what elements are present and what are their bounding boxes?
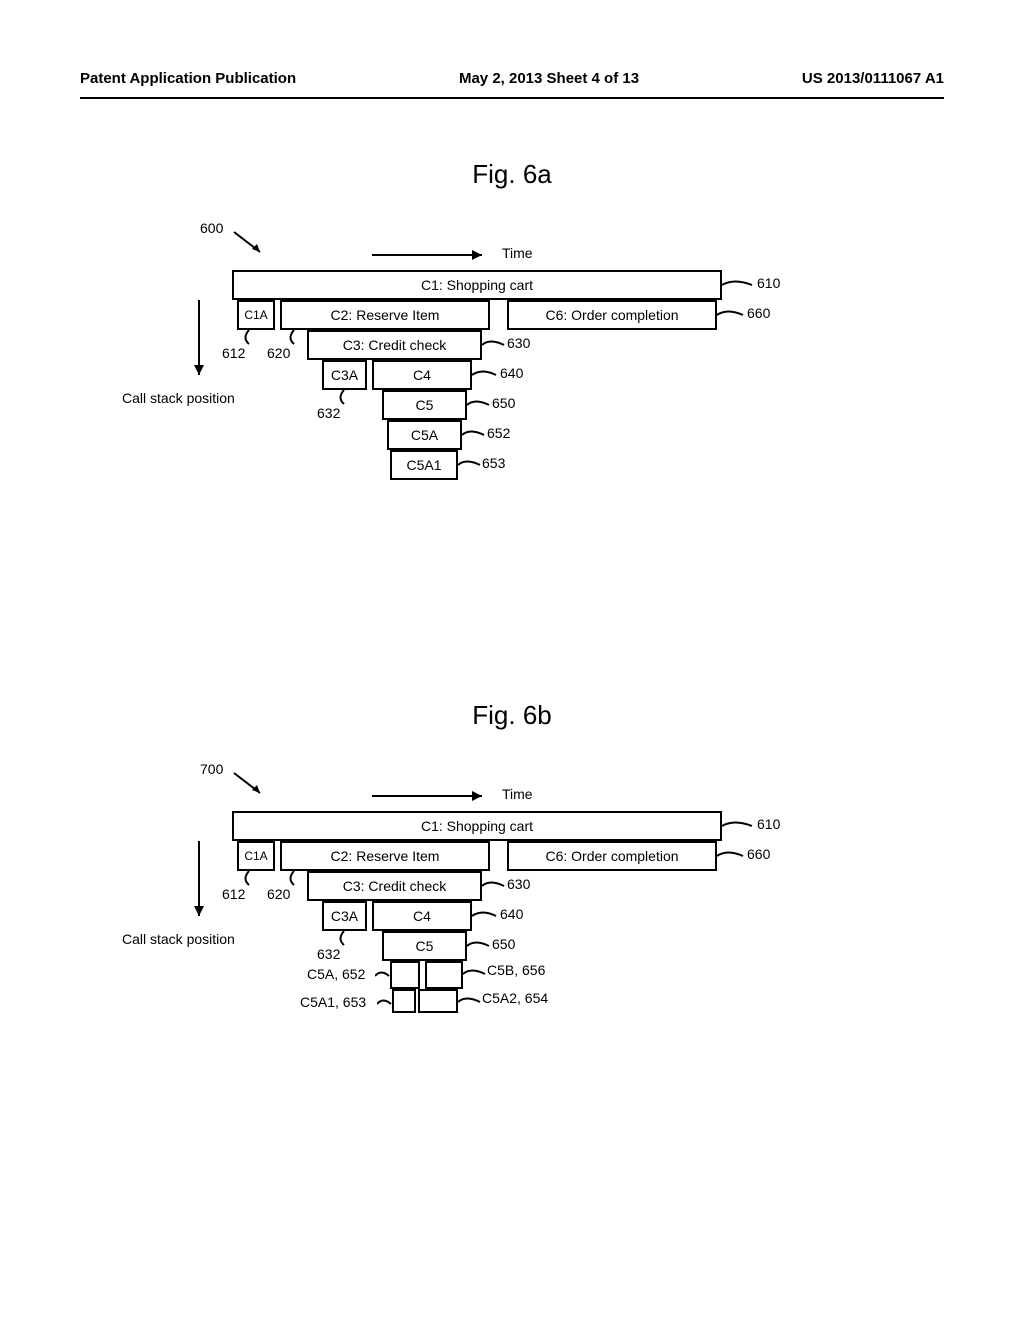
ref-612: 612: [222, 345, 245, 361]
ref-620: 620: [267, 345, 290, 361]
tick-652-icon: [462, 428, 487, 442]
ref-650-b: 650: [492, 936, 515, 952]
tick-612-icon: [242, 330, 256, 346]
header-right: US 2013/0111067 A1: [802, 70, 944, 87]
box-c1a: C1A: [237, 300, 275, 330]
ref-c5a2-654: C5A2, 654: [482, 990, 548, 1006]
ref-660: 660: [747, 305, 770, 321]
box-c5: C5: [382, 390, 467, 420]
box-c5a1-b: [392, 989, 416, 1013]
tick-620-icon: [287, 330, 301, 346]
stack-arrow-b: [192, 841, 206, 926]
stack-arrow: [192, 300, 206, 385]
ref-620-b: 620: [267, 886, 290, 902]
tick-610b-icon: [722, 819, 757, 833]
box-c2: C2: Reserve Item: [280, 300, 490, 330]
ref-600-arrow-icon: [232, 230, 272, 260]
tick-620b-icon: [287, 871, 301, 887]
tick-660b-icon: [717, 849, 747, 863]
ref-610: 610: [757, 275, 780, 291]
box-c6: C6: Order completion: [507, 300, 717, 330]
box-c4-b: C4: [372, 901, 472, 931]
box-c2-b: C2: Reserve Item: [280, 841, 490, 871]
box-c5a: C5A: [387, 420, 462, 450]
tick-650b-icon: [467, 939, 492, 953]
ref-632: 632: [317, 405, 340, 421]
tick-630b-icon: [482, 879, 507, 893]
time-label-b: Time: [502, 786, 533, 802]
box-c4: C4: [372, 360, 472, 390]
header-mid: May 2, 2013 Sheet 4 of 13: [459, 70, 639, 87]
ref-632-b: 632: [317, 946, 340, 962]
tick-612b-icon: [242, 871, 256, 887]
box-c5a-b: [390, 961, 420, 989]
ref-630-b: 630: [507, 876, 530, 892]
tick-c5a652-icon: [375, 969, 391, 983]
ref-660-b: 660: [747, 846, 770, 862]
box-c1-b: C1: Shopping cart: [232, 811, 722, 841]
ref-640-b: 640: [500, 906, 523, 922]
tick-c5b656-icon: [463, 967, 487, 981]
ref-700-arrow-icon: [232, 771, 272, 801]
box-c3a-b: C3A: [322, 901, 367, 931]
box-c5a2-b: [418, 989, 458, 1013]
ref-640: 640: [500, 365, 523, 381]
ref-c5b-656: C5B, 656: [487, 962, 545, 978]
tick-660-icon: [717, 308, 747, 322]
box-c1: C1: Shopping cart: [232, 270, 722, 300]
time-arrow-b: [372, 789, 492, 803]
ref-700: 700: [200, 761, 223, 777]
tick-640b-icon: [472, 909, 500, 923]
time-label: Time: [502, 245, 533, 261]
page-header: Patent Application Publication May 2, 20…: [80, 70, 944, 87]
ref-c5a-652: C5A, 652: [307, 966, 365, 982]
header-rule: [80, 97, 944, 99]
ref-652: 652: [487, 425, 510, 441]
stack-label-b: Call stack position: [122, 931, 235, 947]
box-c3-b: C3: Credit check: [307, 871, 482, 901]
tick-653-icon: [458, 458, 483, 472]
header-left: Patent Application Publication: [80, 70, 296, 87]
tick-630-icon: [482, 338, 507, 352]
ref-630: 630: [507, 335, 530, 351]
tick-650-icon: [467, 398, 492, 412]
box-c1a-b: C1A: [237, 841, 275, 871]
ref-600: 600: [200, 220, 223, 236]
ref-610-b: 610: [757, 816, 780, 832]
fig-6a-title: Fig. 6a: [80, 159, 944, 190]
box-c6-b: C6: Order completion: [507, 841, 717, 871]
tick-632-icon: [337, 390, 351, 406]
box-c5a1: C5A1: [390, 450, 458, 480]
box-c3a: C3A: [322, 360, 367, 390]
figure-6b: 700 Time Call stack position C1: Shoppin…: [82, 761, 942, 1141]
box-c3: C3: Credit check: [307, 330, 482, 360]
box-c5-b: C5: [382, 931, 467, 961]
tick-610-icon: [722, 278, 757, 292]
tick-c5a1653-icon: [377, 997, 393, 1011]
tick-640-icon: [472, 368, 500, 382]
tick-632b-icon: [337, 931, 351, 947]
ref-612-b: 612: [222, 886, 245, 902]
fig-6b-title: Fig. 6b: [80, 700, 944, 731]
figure-6a: 600 Time Call stack position C1: Shoppin…: [82, 220, 942, 580]
stack-label: Call stack position: [122, 390, 235, 406]
time-arrow: [372, 248, 492, 262]
tick-c5a2654-icon: [458, 995, 482, 1009]
ref-c5a1-653: C5A1, 653: [300, 994, 366, 1010]
ref-650: 650: [492, 395, 515, 411]
ref-653: 653: [482, 455, 505, 471]
box-c5b-b: [425, 961, 463, 989]
